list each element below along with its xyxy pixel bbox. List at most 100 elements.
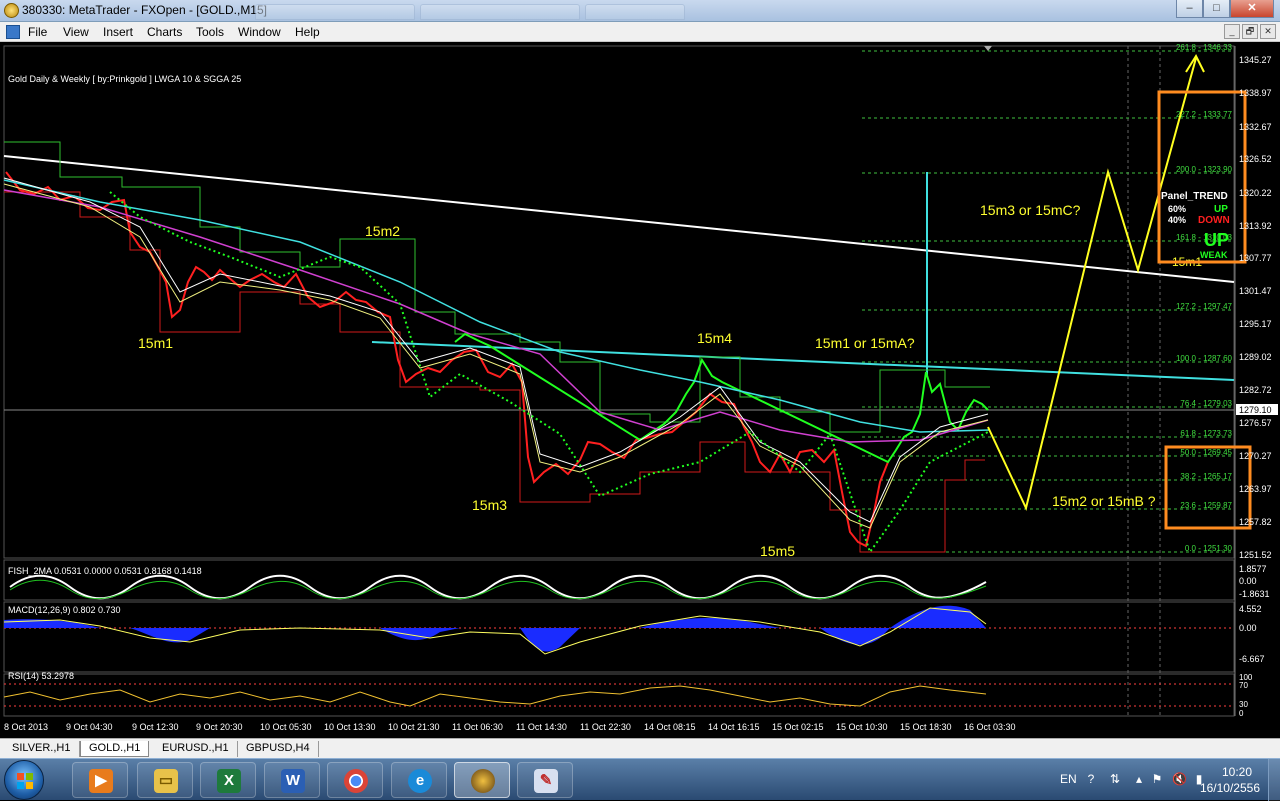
label-15m4: 15m4: [697, 330, 732, 346]
language-indicator[interactable]: EN: [1060, 772, 1077, 786]
fish-signal: [9, 579, 987, 600]
chart-window[interactable]: Gold Daily & Weekly [ by:Prinkgold ] LWG…: [0, 42, 1280, 738]
chart-shift-marker[interactable]: [984, 46, 992, 51]
svg-text:15 Oct 18:30: 15 Oct 18:30: [900, 722, 952, 732]
taskbar-file-explorer[interactable]: ▭: [137, 762, 193, 798]
svg-text:14 Oct 16:15: 14 Oct 16:15: [708, 722, 760, 732]
svg-text:60%: 60%: [1168, 204, 1186, 214]
sar-trail: [109, 191, 989, 555]
svg-text:11 Oct 14:30: 11 Oct 14:30: [516, 722, 567, 732]
volume-icon[interactable]: 🔇: [1172, 772, 1187, 786]
svg-text:WEAK: WEAK: [1200, 250, 1228, 260]
macd-label: MACD(12,26,9) 0.802 0.730: [8, 605, 121, 615]
mdi-restore-button[interactable]: 🗗: [1242, 24, 1258, 39]
svg-text:9 Oct 04:30: 9 Oct 04:30: [66, 722, 113, 732]
svg-text:0.0 - 1251.30: 0.0 - 1251.30: [1185, 544, 1233, 553]
taskbar-metatrader[interactable]: [454, 762, 510, 798]
taskbar-internet-explorer[interactable]: e: [391, 762, 447, 798]
menu-help[interactable]: Help: [295, 25, 320, 39]
macd-axis: 4.552 0.00 -6.667: [1239, 604, 1265, 664]
mdi-close-button[interactable]: ✕: [1260, 24, 1276, 39]
svg-text:DOWN: DOWN: [1198, 215, 1230, 226]
svg-text:1295.17: 1295.17: [1239, 319, 1272, 329]
maximize-button[interactable]: □: [1203, 0, 1230, 18]
taskbar: ▶ ▭ X W e ✎ EN ? ⇅ ▴ ⚑ 🔇 ▮ 10:20 16/10/2…: [0, 758, 1280, 801]
svg-text:0.00: 0.00: [1239, 576, 1257, 586]
svg-text:1345.27: 1345.27: [1239, 55, 1272, 65]
svg-text:8 Oct 2013: 8 Oct 2013: [4, 722, 48, 732]
svg-text:1307.77: 1307.77: [1239, 253, 1272, 263]
wave-annotations: 15m1 15m2 15m3 15m4 15m5 15m1 or 15mA? 1…: [138, 202, 1202, 559]
menu-view[interactable]: View: [63, 25, 89, 39]
metatrader-app-icon: [4, 3, 19, 18]
minimize-button[interactable]: –: [1176, 0, 1203, 18]
svg-text:4.552: 4.552: [1239, 604, 1262, 614]
fib-level-labels: 261.8 - 1346.33 227.2 - 1333.77 200.0 - …: [1176, 43, 1233, 553]
svg-text:1282.72: 1282.72: [1239, 385, 1272, 395]
svg-text:70: 70: [1239, 681, 1248, 690]
taskbar-paint[interactable]: ✎: [517, 762, 573, 798]
svg-text:10 Oct 05:30: 10 Oct 05:30: [260, 722, 312, 732]
taskbar-excel[interactable]: X: [200, 762, 256, 798]
svg-text:1257.82: 1257.82: [1239, 517, 1272, 527]
tab-gold[interactable]: GOLD.,H1: [80, 741, 150, 757]
menu-tools[interactable]: Tools: [196, 25, 224, 39]
internet-explorer-icon: e: [408, 769, 432, 793]
tab-gbpusd[interactable]: GBPUSD,H4: [238, 741, 319, 757]
tab-eurusd[interactable]: EURUSD.,H1: [154, 741, 238, 757]
help-icon[interactable]: ?: [1084, 772, 1098, 786]
menu-file[interactable]: File: [28, 25, 47, 39]
clock-time[interactable]: 10:20: [1222, 765, 1252, 779]
svg-text:127.2 - 1297.47: 127.2 - 1297.47: [1176, 302, 1233, 311]
folder-icon: ▭: [154, 769, 178, 793]
network-icon[interactable]: ⇅: [1108, 772, 1122, 786]
menu-insert[interactable]: Insert: [103, 25, 133, 39]
price-axis: 1345.27 1338.97 1332.67 1326.52 1320.22 …: [1239, 55, 1272, 560]
close-button[interactable]: ✕: [1230, 0, 1274, 18]
svg-text:10 Oct 13:30: 10 Oct 13:30: [324, 722, 376, 732]
show-hidden-icons[interactable]: ▴: [1132, 772, 1146, 786]
svg-text:1326.52: 1326.52: [1239, 154, 1272, 164]
chart-window-icon[interactable]: [6, 25, 20, 39]
rsi-line: [3, 685, 987, 707]
ma-magenta: [3, 189, 989, 443]
svg-text:100.0 - 1287.60: 100.0 - 1287.60: [1176, 354, 1233, 363]
svg-text:15 Oct 02:15: 15 Oct 02:15: [772, 722, 824, 732]
svg-text:-6.667: -6.667: [1239, 654, 1265, 664]
background-tab: [420, 4, 580, 20]
label-15m1: 15m1: [138, 335, 173, 351]
upper-envelope: [4, 141, 990, 433]
paint-palette-icon: ✎: [534, 769, 558, 793]
fish-label: FISH_2MA 0.0531 0.0000 0.0531 0.8168 0.1…: [8, 566, 202, 576]
label-or-b: 15m2 or 15mB ?: [1052, 493, 1156, 509]
svg-text:1276.57: 1276.57: [1239, 418, 1272, 428]
macd-histogram: [4, 605, 986, 652]
svg-text:61.8 - 1273.73: 61.8 - 1273.73: [1180, 429, 1232, 438]
svg-text:10 Oct 21:30: 10 Oct 21:30: [388, 722, 440, 732]
menu-window[interactable]: Window: [238, 25, 281, 39]
svg-text:1263.97: 1263.97: [1239, 484, 1272, 494]
menu-charts[interactable]: Charts: [147, 25, 182, 39]
label-15m5: 15m5: [760, 543, 795, 559]
rsi-label: RSI(14) 53.2978: [8, 671, 74, 681]
chart-header: Gold Daily & Weekly [ by:Prinkgold ] LWG…: [8, 74, 241, 84]
window-title: 380330: MetaTrader - FXOpen - [GOLD.,M15…: [22, 3, 267, 17]
svg-text:1270.27: 1270.27: [1239, 451, 1272, 461]
mdi-minimize-button[interactable]: _: [1224, 24, 1240, 39]
chrome-icon: [344, 769, 368, 793]
chart-tabs: SILVER.,H1 GOLD.,H1 EURUSD.,H1 GBPUSD,H4: [0, 738, 1280, 758]
clock-date[interactable]: 16/10/2556: [1200, 781, 1260, 795]
svg-text:UP: UP: [1204, 230, 1229, 250]
main-chart-frame: [3, 45, 1235, 559]
svg-text:1251.52: 1251.52: [1239, 550, 1272, 560]
show-desktop-button[interactable]: [1268, 759, 1280, 801]
taskbar-chrome[interactable]: [327, 762, 383, 798]
flag-icon[interactable]: ⚑: [1150, 772, 1164, 786]
tab-silver[interactable]: SILVER.,H1: [4, 741, 80, 757]
taskbar-word[interactable]: W: [264, 762, 320, 798]
period-separators: [1127, 46, 1161, 716]
taskbar-media-player[interactable]: ▶: [72, 762, 128, 798]
title-bar[interactable]: 380330: MetaTrader - FXOpen - [GOLD.,M15…: [0, 0, 1280, 22]
start-button[interactable]: [4, 760, 44, 800]
projection-path: [987, 57, 1197, 511]
